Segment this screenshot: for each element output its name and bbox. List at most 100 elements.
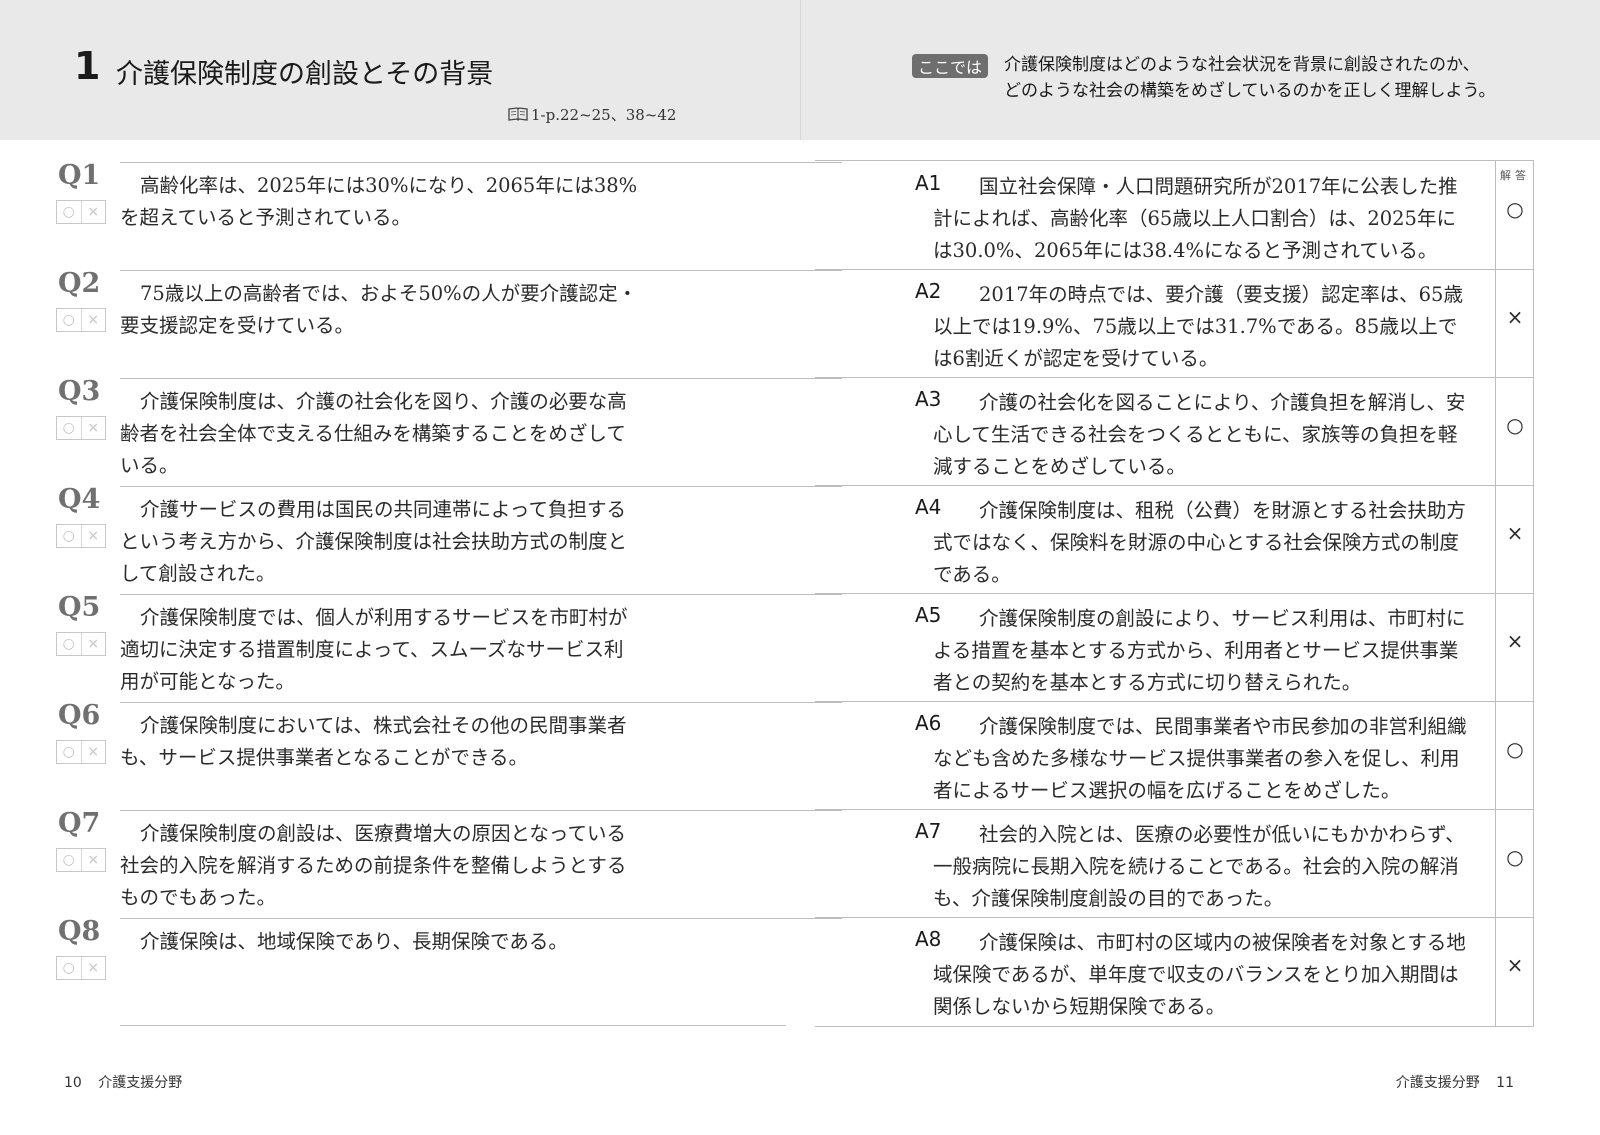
answer-checkbox[interactable]: ○ ×	[56, 848, 106, 872]
answer-line: 介護保険制度は、租税（公費）を財源とする社会扶助方	[979, 499, 1466, 522]
question-line: も、サービス提供事業者となることができる。	[120, 746, 528, 769]
circle-check-icon[interactable]: ○	[57, 201, 81, 223]
question-line: 社会的入院を解消するための前提条件を整備しようとする	[120, 854, 627, 877]
question-line: 介護サービスの費用は国民の共同連帯によって負担する	[140, 498, 626, 521]
answer-checkbox[interactable]: ○ ×	[56, 200, 106, 224]
answer-checkbox[interactable]: ○ ×	[56, 956, 106, 980]
question-line: 介護保険制度においては、株式会社その他の民間事業者	[140, 714, 627, 737]
question-q5: Q5 ○ × 介護保険制度では、個人が利用するサービスを市町村が 適切に決定する…	[56, 592, 842, 700]
divider	[815, 917, 1533, 918]
divider	[120, 486, 842, 487]
answer-text: 介護保険制度の創設により、サービス利用は、市町村に よる措置を基本とする方式から…	[933, 603, 1493, 699]
koko-de-wa-badge: ここでは	[912, 54, 988, 78]
question-q4: Q4 ○ × 介護サービスの費用は国民の共同連帯によって負担する という考え方か…	[56, 484, 842, 592]
question-label: Q1	[58, 160, 101, 191]
answer-mark: ×	[1506, 953, 1524, 977]
answer-text: 社会的入院とは、医療の必要性が低いにもかかわらず、 一般病院に長期入院を続けるこ…	[933, 819, 1493, 915]
answer-mark: ○	[1506, 413, 1524, 437]
circle-check-icon[interactable]: ○	[57, 309, 81, 331]
divider	[815, 485, 1533, 486]
cross-check-icon[interactable]: ×	[80, 957, 106, 979]
circle-check-icon[interactable]: ○	[57, 525, 81, 547]
question-text: 介護保険制度の創設は、医療費増大の原因となっている 社会的入院を解消するための前…	[120, 818, 680, 914]
answer-mark: ×	[1506, 305, 1524, 329]
question-line: 適切に決定する措置制度によって、スムーズなサービス利	[120, 638, 624, 661]
answer-checkbox[interactable]: ○ ×	[56, 524, 106, 548]
divider	[815, 269, 1533, 270]
answer-line: 一般病院に長期入院を続けることである。社会的入院の解消	[933, 855, 1459, 878]
textbook-reference: 1-p.22~25、38~42	[508, 104, 676, 125]
divider	[120, 918, 842, 919]
answer-line: 以上では19.9%、75歳以上では31.7%である。85歳以上で	[933, 315, 1458, 338]
answer-line: 者との契約を基本とする方式に切り替えられた。	[933, 671, 1362, 694]
question-line: 介護保険制度の創設は、医療費増大の原因となっている	[140, 822, 626, 845]
circle-check-icon[interactable]: ○	[57, 741, 81, 763]
question-label: Q5	[58, 592, 101, 623]
cross-check-icon[interactable]: ×	[80, 309, 106, 331]
chapter-number: 1	[74, 44, 101, 88]
answer-text: 介護の社会化を図ることにより、介護負担を解消し、安 心して生活できる社会をつくる…	[933, 387, 1493, 483]
question-text: 75歳以上の高齢者では、およそ50%の人が要介護認定・ 要支援認定を受けている。	[120, 278, 680, 342]
answer-line: は6割近くが認定を受けている。	[933, 347, 1219, 370]
answer-a4: A4 介護保険制度は、租税（公費）を財源とする社会扶助方 式ではなく、保険料を財…	[815, 485, 1533, 593]
question-line: 高齢化率は、2025年には30%になり、2065年には38%	[140, 174, 638, 197]
answer-line: 2017年の時点では、要介護（要支援）認定率は、65歳	[979, 283, 1463, 306]
question-label: Q7	[58, 808, 101, 839]
question-q6: Q6 ○ × 介護保険制度においては、株式会社その他の民間事業者 も、サービス提…	[56, 700, 842, 808]
divider	[815, 593, 1533, 594]
question-text: 介護保険は、地域保険であり、長期保険である。	[120, 926, 680, 958]
answer-text: 国立社会保障・人口問題研究所が2017年に公表した推 計によれば、高齢化率（65…	[933, 171, 1493, 267]
page-number: 11	[1496, 1075, 1514, 1091]
question-line: を超えていると予測されている。	[120, 206, 411, 229]
question-q8: Q8 ○ × 介護保険は、地域保険であり、長期保険である。	[56, 916, 842, 1024]
cross-check-icon[interactable]: ×	[80, 417, 106, 439]
cross-check-icon[interactable]: ×	[80, 633, 106, 655]
circle-check-icon[interactable]: ○	[57, 417, 81, 439]
circle-check-icon[interactable]: ○	[57, 957, 81, 979]
answer-text: 介護保険制度では、民間事業者や市民参加の非営利組織 なども含めた多様なサービス提…	[933, 711, 1493, 807]
answer-line: 式ではなく、保険料を財源の中心とする社会保険方式の制度	[933, 531, 1459, 554]
answer-checkbox[interactable]: ○ ×	[56, 308, 106, 332]
question-text: 介護保険制度においては、株式会社その他の民間事業者 も、サービス提供事業者となる…	[120, 710, 680, 774]
question-text: 高齢化率は、2025年には30%になり、2065年には38% を超えていると予測…	[120, 170, 680, 234]
answer-mark: ○	[1506, 197, 1524, 221]
circle-check-icon[interactable]: ○	[57, 633, 81, 655]
question-label: Q2	[58, 268, 101, 299]
divider	[120, 162, 842, 163]
circle-check-icon[interactable]: ○	[57, 849, 81, 871]
answer-line: 介護保険は、市町村の区域内の被保険者を対象とする地	[979, 931, 1466, 954]
question-line: いる。	[120, 454, 179, 477]
answer-line: である。	[933, 563, 1011, 586]
question-line: 介護保険は、地域保険であり、長期保険である。	[140, 930, 568, 953]
answer-a1: A1 国立社会保障・人口問題研究所が2017年に公表した推 計によれば、高齢化率…	[815, 161, 1533, 269]
answer-checkbox[interactable]: ○ ×	[56, 632, 106, 656]
cross-check-icon[interactable]: ×	[80, 849, 106, 871]
section-name: 介護支援分野	[98, 1075, 183, 1091]
question-text: 介護保険制度では、個人が利用するサービスを市町村が 適切に決定する措置制度によっ…	[120, 602, 680, 698]
question-line: ものでもあった。	[120, 886, 277, 909]
answer-table: 解答 A1 国立社会保障・人口問題研究所が2017年に公表した推 計によれば、高…	[815, 160, 1534, 1027]
question-text: 介護サービスの費用は国民の共同連帯によって負担する という考え方から、介護保険制…	[120, 494, 680, 590]
answer-line: 介護保険制度の創設により、サービス利用は、市町村に	[979, 607, 1466, 630]
answer-checkbox[interactable]: ○ ×	[56, 740, 106, 764]
reference-text: 1-p.22~25、38~42	[531, 106, 677, 124]
question-label: Q4	[58, 484, 101, 515]
cross-check-icon[interactable]: ×	[80, 525, 106, 547]
answer-a8: A8 介護保険は、市町村の区域内の被保険者を対象とする地 域保険であるが、単年度…	[815, 917, 1533, 1025]
cross-check-icon[interactable]: ×	[80, 201, 106, 223]
question-line: 用が可能となった。	[120, 670, 295, 693]
question-q3: Q3 ○ × 介護保険制度は、介護の社会化を図り、介護の必要な高 齢者を社会全体…	[56, 376, 842, 484]
section-name: 介護支援分野	[1395, 1075, 1480, 1091]
question-line: 要支援認定を受けている。	[120, 314, 355, 337]
answer-text: 介護保険制度は、租税（公費）を財源とする社会扶助方 式ではなく、保険料を財源の中…	[933, 495, 1493, 591]
divider	[120, 594, 842, 595]
answer-checkbox[interactable]: ○ ×	[56, 416, 106, 440]
question-q2: Q2 ○ × 75歳以上の高齢者では、およそ50%の人が要介護認定・ 要支援認定…	[56, 268, 842, 376]
answer-a2: A2 2017年の時点では、要介護（要支援）認定率は、65歳 以上では19.9%…	[815, 269, 1533, 377]
intro-line: どのような社会の構築をめざしているのかを正しく理解しよう。	[1004, 81, 1496, 101]
answer-mark: ○	[1506, 845, 1524, 869]
question-line: して創設された。	[120, 562, 276, 585]
cross-check-icon[interactable]: ×	[80, 741, 106, 763]
divider	[120, 1025, 786, 1026]
divider	[120, 378, 842, 379]
